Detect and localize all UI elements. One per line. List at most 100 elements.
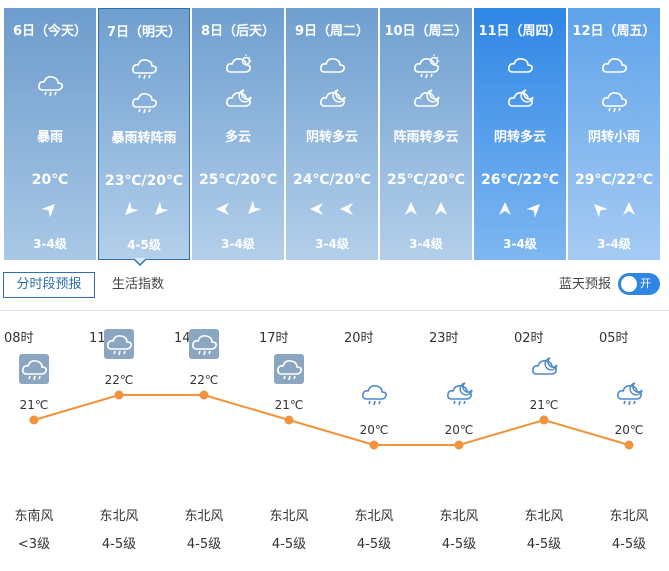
day-wind-directions xyxy=(99,201,189,225)
partly-cloudy-moon-icon xyxy=(318,88,346,112)
wind-n-arrow-icon xyxy=(402,200,420,218)
divider xyxy=(0,310,669,311)
hour-wind-direction: 东南风 xyxy=(14,509,54,524)
day-card[interactable]: 10日（周三） 阵雨转多云 25℃/20℃ 3-4级 xyxy=(380,8,472,260)
day-card[interactable]: 12日（周五） 阴转小雨 29℃/22℃ 3-4级 xyxy=(568,8,660,260)
day-wind-level: 3-4级 xyxy=(33,237,67,251)
day-wind-level: 4-5级 xyxy=(127,238,161,252)
wind-ne-arrow-icon xyxy=(41,200,59,218)
forecast-tabs: 分时段预报 生活指数 蓝天预报 开 xyxy=(0,268,669,302)
wind-w-arrow-icon xyxy=(338,200,356,218)
day-card[interactable]: 9日（周二） 阴转多云 24℃/20℃ 3-4级 xyxy=(286,8,378,260)
partly-cloudy-moon-icon xyxy=(529,354,559,384)
day-date: 12日（周五） xyxy=(572,24,656,39)
day-date: 7日（明天） xyxy=(106,25,182,40)
day-temperature: 29℃/22℃ xyxy=(575,172,653,188)
hour-temperature: 22℃ xyxy=(104,373,134,387)
day-card[interactable]: 11日（周四） 阴转多云 26℃/22℃ 3-4级 xyxy=(474,8,566,260)
hour-wind-direction: 东北风 xyxy=(439,509,479,524)
selected-day-pointer xyxy=(133,258,147,266)
rain-heavy-icon xyxy=(130,55,158,80)
shower-sun-icon xyxy=(412,54,440,79)
day-wind-directions xyxy=(4,200,96,224)
wind-sw-arrow-icon xyxy=(121,201,139,219)
day-description: 暴雨 xyxy=(36,130,63,145)
day-icons xyxy=(192,54,284,118)
day-card[interactable]: 8日（后天） 多云 25℃/20℃ 3-4级 xyxy=(192,8,284,260)
day-icons xyxy=(568,54,660,118)
hour-label: 02时 xyxy=(514,331,544,346)
hour-temperature: 21℃ xyxy=(529,398,559,412)
rain-heavy-icon xyxy=(189,329,219,359)
day-wind-directions xyxy=(474,200,566,224)
day-temperature: 25℃/20℃ xyxy=(387,172,465,188)
day-temperature: 24℃/20℃ xyxy=(293,172,371,188)
day-date: 10日（周三） xyxy=(384,24,468,39)
toggle-knob xyxy=(621,276,637,292)
wind-nw-arrow-icon xyxy=(590,200,608,218)
wind-w-arrow-icon xyxy=(214,200,232,218)
day-icons xyxy=(474,54,566,118)
cloudy-icon xyxy=(600,54,628,78)
blue-sky-toggle[interactable]: 开 xyxy=(618,273,660,295)
hour-wind-level: 4-5级 xyxy=(441,537,477,552)
hour-wind-level: 4-5级 xyxy=(101,537,137,552)
day-date: 11日（周四） xyxy=(478,24,562,39)
cloudy-icon xyxy=(506,54,534,78)
hour-label: 17时 xyxy=(259,331,289,346)
hour-wind-level: 4-5级 xyxy=(526,537,562,552)
tab-life-index[interactable]: 生活指数 xyxy=(112,272,164,298)
shower-icon xyxy=(359,379,389,409)
daily-forecast: 6日（今天） 暴雨 20℃ 3-4级 7日（明天） 暴雨转阵雨 23℃/20℃ 4-5级 8日（… xyxy=(0,0,669,262)
hour-label: 08时 xyxy=(4,331,34,346)
rain-heavy-icon xyxy=(104,329,134,359)
tab-hourly-forecast[interactable]: 分时段预报 xyxy=(3,272,95,298)
shower-icon xyxy=(274,354,304,384)
hour-wind-level: <3级 xyxy=(17,537,51,552)
day-temperature: 26℃/22℃ xyxy=(481,172,559,188)
hour-wind-direction: 东北风 xyxy=(524,509,564,524)
hourly-forecast: 08时21℃东南风<3级11时22℃东北风4-5级14时22℃东北风4-5级17… xyxy=(0,315,669,571)
day-card[interactable]: 7日（明天） 暴雨转阵雨 23℃/20℃ 4-5级 xyxy=(98,8,190,260)
hour-wind-level: 4-5级 xyxy=(271,537,307,552)
hour-wind-direction: 东北风 xyxy=(269,509,309,524)
hour-temperature: 21℃ xyxy=(274,398,304,412)
day-wind-level: 3-4级 xyxy=(503,237,537,251)
wind-n-arrow-icon xyxy=(432,200,450,218)
shower-icon xyxy=(130,89,158,114)
day-description: 阴转多云 xyxy=(305,130,358,145)
day-card[interactable]: 6日（今天） 暴雨 20℃ 3-4级 xyxy=(4,8,96,260)
day-description: 阵雨转多云 xyxy=(393,130,459,145)
day-temperature: 20℃ xyxy=(31,172,69,188)
day-description: 暴雨转阵雨 xyxy=(111,131,177,146)
day-wind-directions xyxy=(380,200,472,224)
shower-moon-icon xyxy=(614,379,644,409)
rain-light-icon xyxy=(600,88,628,113)
cloudy-icon xyxy=(318,54,346,78)
rain-heavy-icon xyxy=(36,72,64,97)
day-date: 9日（周二） xyxy=(294,24,370,39)
wind-w-arrow-icon xyxy=(308,200,326,218)
wind-ne-arrow-icon xyxy=(526,200,544,218)
day-date: 8日（后天） xyxy=(200,24,276,39)
day-icons xyxy=(4,54,96,118)
partly-cloudy-moon-icon xyxy=(224,88,252,112)
hour-temperature: 21℃ xyxy=(19,398,49,412)
hour-temperature: 20℃ xyxy=(444,423,474,437)
day-description: 多云 xyxy=(224,130,251,145)
wind-sw-arrow-icon xyxy=(244,200,262,218)
wind-n-arrow-icon xyxy=(620,200,638,218)
blue-sky-label: 蓝天预报 xyxy=(558,277,611,292)
day-wind-level: 3-4级 xyxy=(409,237,443,251)
day-temperature: 25℃/20℃ xyxy=(199,172,277,188)
hour-wind-direction: 东北风 xyxy=(609,509,649,524)
shower-moon-icon xyxy=(444,379,474,409)
day-description: 阴转小雨 xyxy=(587,130,640,145)
hour-label: 20时 xyxy=(344,331,374,346)
hour-wind-level: 4-5级 xyxy=(186,537,222,552)
day-wind-directions xyxy=(192,200,284,224)
hour-wind-level: 4-5级 xyxy=(611,537,647,552)
hour-wind-direction: 东北风 xyxy=(184,509,224,524)
hour-label: 23时 xyxy=(429,331,459,346)
partly-cloudy-moon-icon xyxy=(506,88,534,112)
